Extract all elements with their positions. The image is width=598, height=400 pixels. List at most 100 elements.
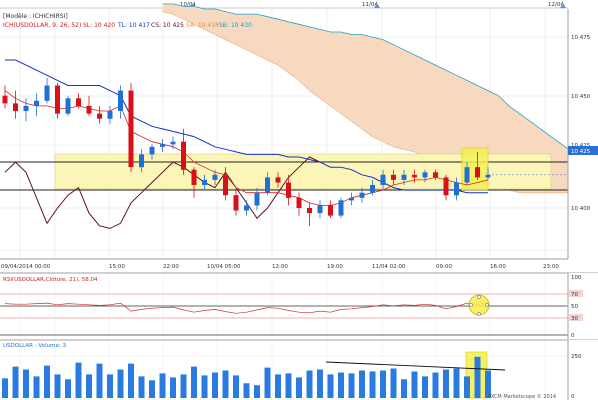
candle-bear (286, 182, 291, 198)
rsi-handle[interactable] (485, 303, 489, 307)
indicator-sa: SA: 10 418 (186, 22, 219, 29)
candle-bull (349, 197, 354, 201)
volume-bar (117, 369, 124, 398)
volume-bar (474, 356, 481, 399)
rsi-tick: 70 (571, 292, 578, 298)
candle-bear (181, 141, 186, 170)
time-tick: 22:00 (163, 264, 179, 270)
candle-bull (107, 111, 113, 119)
rsi-handle[interactable] (477, 295, 481, 299)
time-tick: 15:00 (109, 264, 125, 270)
candle-bull (212, 174, 218, 180)
volume-bar (159, 373, 166, 398)
rsi-tick: 50 (571, 304, 578, 310)
candle-bull (401, 174, 407, 180)
volume-bar (23, 369, 29, 398)
candle-bull (34, 100, 39, 106)
volume-bar (12, 366, 19, 398)
candle-bear (233, 195, 239, 211)
candle-bull (202, 179, 207, 185)
volume-bar (443, 369, 449, 398)
volume-bar (2, 378, 8, 398)
rsi-panel[interactable]: RSI(USDOLLAR,Clôture, 21), 58,04 100 70 … (0, 272, 598, 339)
volume-bar (191, 366, 197, 398)
candle-bear (76, 98, 81, 106)
volume-bar (359, 370, 365, 398)
time-tick: 19:00 (327, 264, 343, 270)
volume-bar (296, 377, 302, 398)
candle-bull (464, 167, 470, 183)
candle-bull (338, 200, 344, 216)
time-tick: 09:00 (436, 264, 452, 270)
candle-bull (254, 192, 260, 206)
candle-bear (443, 177, 449, 196)
candle-bull (244, 205, 249, 211)
candle-bear (275, 177, 281, 183)
candle-bear (475, 167, 480, 178)
volume-label: USDOLLAR - Volume: 3 (3, 343, 66, 349)
price-tick: 10 450 (571, 94, 591, 100)
volume-bar (338, 372, 344, 398)
candle-bear (412, 174, 417, 178)
rsi-handle[interactable] (469, 303, 473, 307)
candle-bear (97, 113, 102, 119)
candle-bull (149, 146, 155, 155)
candle-bull (485, 174, 491, 178)
volume-bar (65, 379, 71, 398)
price-axis[interactable]: 10 475 10 450 10 425 10 400 10 425 (567, 9, 598, 259)
volume-bar (180, 374, 187, 398)
volume-bar (170, 377, 176, 398)
volume-bar (264, 367, 271, 398)
candle-bull (23, 105, 29, 111)
volume-bar (464, 376, 470, 398)
candle-bull (139, 154, 144, 168)
chart-canvas[interactable]: 10/04 11/04 12/04 [Modèle : ICHICHIRSI] … (0, 0, 598, 400)
volume-bar (138, 376, 145, 398)
volume-bar (401, 379, 407, 398)
volume-tick: 0 (571, 394, 575, 400)
candle-bull (359, 192, 365, 198)
rsi-tick: 0 (571, 333, 575, 339)
volume-bar (327, 374, 334, 398)
rsi-handle[interactable] (477, 312, 481, 316)
volume-bar (432, 372, 439, 398)
candle-bull (65, 98, 71, 114)
volume-bar (348, 373, 355, 398)
volume-bar (33, 376, 40, 398)
candle-bear (296, 197, 302, 208)
indicator-tl: TL: 10 417 (117, 22, 150, 29)
volume-bar (306, 370, 313, 398)
volume-bar (201, 375, 208, 398)
candle-bear (223, 174, 228, 196)
current-price-label: 10 425 (571, 149, 591, 155)
candle-bear (307, 208, 312, 214)
candle-bear (328, 205, 333, 216)
price-tick: 10 475 (571, 35, 591, 41)
price-tick: 10 400 (571, 206, 591, 212)
time-axis[interactable]: 09/04/2014 00:00 15:00 22:00 10/04 05:00… (0, 258, 568, 272)
candle-bear (2, 95, 8, 104)
volume-bar (254, 385, 260, 398)
candle-bull (160, 144, 165, 147)
volume-bar (44, 365, 50, 398)
indicator-sl: SL: 10 420 (83, 22, 115, 29)
volume-panel[interactable]: USDOLLAR - Volume: 3 FXCM Marketscope © … (0, 339, 598, 400)
volume-bar (75, 362, 82, 398)
indicator-cs: CS: 10 425 (151, 22, 184, 29)
copyright: FXCM Marketscope © 2014 (488, 393, 556, 400)
volume-bar (86, 374, 92, 398)
volume-bar (54, 374, 61, 398)
volume-bar (411, 371, 418, 398)
volume-bar (275, 374, 281, 398)
top-date-strip: 10/04 11/04 12/04 (0, 0, 568, 9)
candle-bear (191, 169, 197, 185)
candle-bear (86, 105, 92, 114)
candle-bear (55, 85, 60, 114)
candle-bear (13, 103, 18, 112)
volume-bar (128, 363, 134, 398)
time-tick: 16:00 (490, 264, 506, 270)
price-panel[interactable]: [Modèle : ICHICHIRSI] ICH(USDOLLAR, 9, 2… (0, 3, 598, 259)
candle-bull (317, 205, 323, 214)
time-tick: 12:00 (272, 264, 288, 270)
rsi-tick: 30 (571, 316, 578, 322)
